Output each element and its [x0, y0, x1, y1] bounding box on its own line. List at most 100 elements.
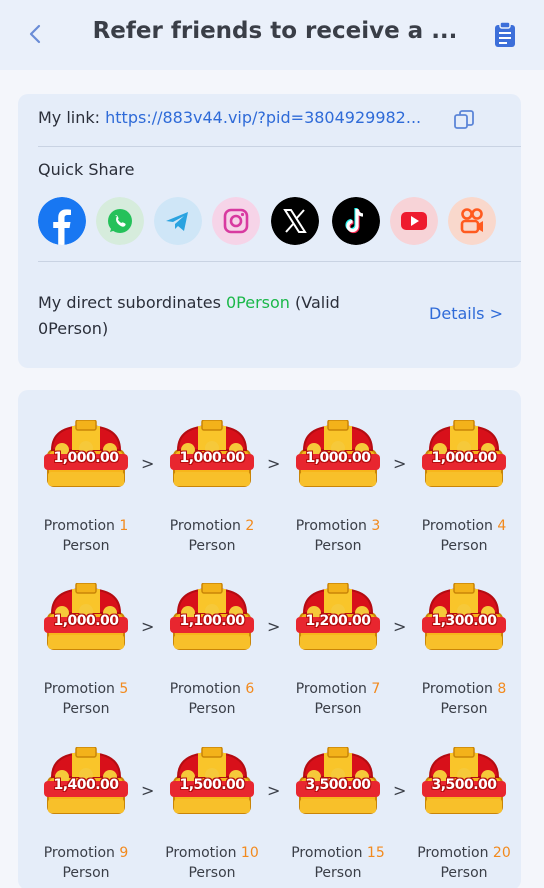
promotion-text: Promotion	[169, 681, 241, 697]
my-link-url[interactable]: https://883v44.vip/?pid=3804929982...	[105, 108, 421, 127]
whatsapp-icon[interactable]	[96, 197, 144, 245]
clipboard-icon[interactable]	[494, 22, 516, 48]
promotion-text: Promotion	[43, 681, 115, 697]
next-arrow: >	[141, 617, 155, 636]
treasure-chest-icon: 1,000.00	[294, 419, 382, 490]
promotion-text: Promotion	[295, 681, 367, 697]
facebook-icon[interactable]	[38, 197, 86, 245]
promotion-unit: Person	[440, 538, 488, 554]
treasure-chest-icon: 1,000.00	[42, 419, 130, 490]
telegram-icon[interactable]	[154, 197, 202, 245]
treasure-chest-icon: 1,000.00	[420, 419, 508, 490]
treasure-chest-icon: 1,400.00	[42, 746, 130, 817]
promotion-label: Promotion 3 Person	[276, 516, 400, 556]
promotion-label: Promotion 6 Person	[150, 679, 274, 719]
promotion-count: 15	[366, 845, 385, 861]
promotion-unit: Person	[314, 701, 362, 717]
promotion-unit: Person	[440, 865, 488, 881]
treasure-chest-icon: 3,500.00	[294, 746, 382, 817]
kwai-icon[interactable]	[448, 197, 496, 245]
subordinates-text: My direct subordinates 0Person (Valid 0P…	[38, 290, 398, 342]
share-icons	[38, 197, 508, 249]
treasure-chest-icon: 1,300.00	[420, 582, 508, 653]
treasure-chest-icon: 3,500.00	[420, 746, 508, 817]
promotion-text: Promotion	[169, 518, 241, 534]
promotion-text: Promotion	[295, 518, 367, 534]
promotion-label: Promotion 9 Person	[24, 843, 148, 883]
next-arrow: >	[393, 454, 407, 473]
promotion-label: Promotion 20 Person	[402, 843, 526, 883]
next-arrow: >	[267, 617, 281, 636]
treasure-chest-icon: 1,100.00	[168, 582, 256, 653]
divider	[38, 261, 521, 262]
promotion-count: 3	[371, 518, 381, 534]
next-arrow: >	[393, 617, 407, 636]
promotion-unit: Person	[188, 538, 236, 554]
treasure-chest-icon: 1,000.00	[168, 419, 256, 490]
promotion-unit: Person	[188, 865, 236, 881]
details-link[interactable]: Details >	[429, 304, 503, 323]
x-icon[interactable]	[271, 197, 319, 245]
promotion-count: 8	[497, 681, 507, 697]
promotion-label: Promotion 10 Person	[150, 843, 274, 883]
reward-amount: 1,000.00	[431, 450, 497, 466]
promotion-text: Promotion	[421, 681, 493, 697]
promotion-label: Promotion 5 Person	[24, 679, 148, 719]
divider	[38, 146, 521, 147]
header-bar: Refer friends to receive a ...	[0, 0, 544, 70]
promotion-unit: Person	[440, 701, 488, 717]
promotion-count: 5	[119, 681, 129, 697]
quick-share-label: Quick Share	[38, 160, 135, 179]
promotion-text: Promotion	[417, 845, 489, 861]
promotion-count: 20	[492, 845, 511, 861]
treasure-chest-icon: 1,200.00	[294, 582, 382, 653]
reward-amount: 1,200.00	[305, 613, 371, 629]
promotion-count: 10	[240, 845, 259, 861]
promotion-label: Promotion 4 Person	[402, 516, 526, 556]
subordinates-prefix: My direct subordinates	[38, 293, 226, 312]
promotion-text: Promotion	[165, 845, 237, 861]
reward-amount: 3,500.00	[305, 777, 371, 793]
promotion-unit: Person	[188, 701, 236, 717]
reward-amount: 1,400.00	[53, 777, 119, 793]
my-link-row: My link: https://883v44.vip/?pid=3804929…	[38, 108, 421, 127]
promotion-count: 6	[245, 681, 255, 697]
reward-amount: 1,300.00	[431, 613, 497, 629]
promotion-label: Promotion 15 Person	[276, 843, 400, 883]
reward-amount: 1,500.00	[179, 777, 245, 793]
youtube-icon[interactable]	[390, 197, 438, 245]
promotion-count: 9	[119, 845, 129, 861]
reward-amount: 1,000.00	[179, 450, 245, 466]
promotion-label: Promotion 8 Person	[402, 679, 526, 719]
promotion-unit: Person	[62, 865, 110, 881]
reward-amount: 1,000.00	[53, 450, 119, 466]
my-link-label: My link:	[38, 108, 101, 127]
subordinates-count: 0Person	[226, 293, 290, 312]
reward-amount: 1,000.00	[305, 450, 371, 466]
promotion-count: 7	[371, 681, 381, 697]
back-arrow-icon[interactable]	[22, 20, 50, 48]
tiktok-icon[interactable]	[332, 197, 380, 245]
next-arrow: >	[141, 454, 155, 473]
promotion-text: Promotion	[43, 518, 115, 534]
promotion-unit: Person	[62, 538, 110, 554]
treasure-chest-icon: 1,000.00	[42, 582, 130, 653]
copy-icon[interactable]	[452, 108, 476, 132]
promotion-label: Promotion 7 Person	[276, 679, 400, 719]
promotion-count: 4	[497, 518, 507, 534]
promotion-unit: Person	[314, 865, 362, 881]
next-arrow: >	[267, 454, 281, 473]
reward-amount: 1,000.00	[53, 613, 119, 629]
reward-amount: 3,500.00	[431, 777, 497, 793]
reward-amount: 1,100.00	[179, 613, 245, 629]
instagram-icon[interactable]	[212, 197, 260, 245]
promotion-text: Promotion	[43, 845, 115, 861]
next-arrow: >	[393, 781, 407, 800]
page-title: Refer friends to receive a ...	[92, 18, 458, 44]
promotion-unit: Person	[314, 538, 362, 554]
promotion-count: 1	[119, 518, 129, 534]
share-card: My link: https://883v44.vip/?pid=3804929…	[18, 94, 521, 368]
promotion-text: Promotion	[291, 845, 363, 861]
promotion-text: Promotion	[421, 518, 493, 534]
treasure-chest-icon: 1,500.00	[168, 746, 256, 817]
